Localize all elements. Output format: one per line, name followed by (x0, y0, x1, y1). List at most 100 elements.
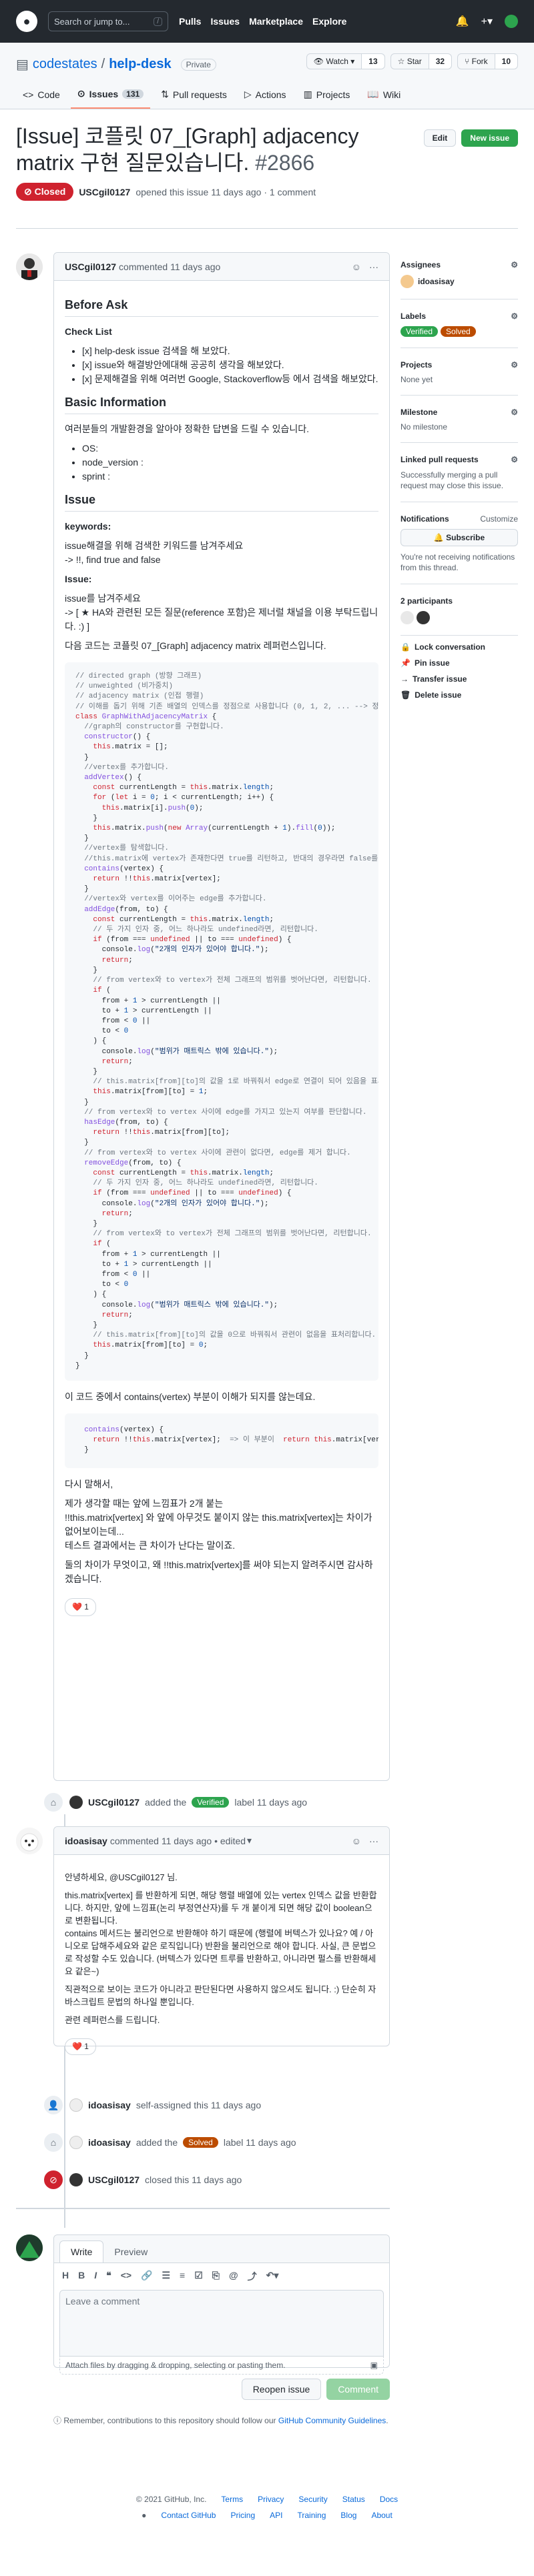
italic-icon[interactable]: I (94, 2270, 97, 2283)
event-actor[interactable]: USCgil0127 (88, 2174, 140, 2185)
label-solved[interactable]: Solved (441, 326, 476, 337)
tab-issues[interactable]: ⊙ Issues 131 (70, 84, 151, 109)
emoji-icon[interactable]: ☺ (352, 1836, 361, 1846)
linked-prs-heading[interactable]: Linked pull requests (400, 455, 479, 464)
fork-button[interactable]: ⑂ Fork 10 (457, 53, 518, 69)
kebab-menu-icon[interactable]: ··· (369, 261, 378, 272)
nav-issues[interactable]: Issues (210, 16, 240, 27)
label-verified[interactable]: Verified (192, 1797, 230, 1808)
unordered-list-icon[interactable]: ☰ (162, 2270, 170, 2283)
footer-link-privacy[interactable]: Privacy (258, 2495, 284, 2504)
edit-button[interactable]: Edit (423, 129, 457, 147)
quote-icon[interactable]: ❝ (106, 2270, 111, 2283)
plus-icon[interactable]: +▾ (481, 15, 493, 28)
github-logo-icon[interactable]: ● (16, 11, 37, 32)
nav-marketplace[interactable]: Marketplace (249, 16, 303, 27)
event-actor[interactable]: USCgil0127 (88, 1797, 140, 1808)
transfer-issue-link[interactable]: → Transfer issue (400, 674, 518, 684)
ordered-list-icon[interactable]: ≡ (180, 2270, 185, 2283)
watch-count[interactable]: 13 (361, 54, 384, 69)
actor-avatar[interactable] (69, 2173, 83, 2186)
reopen-issue-button[interactable]: Reopen issue (241, 2379, 322, 2400)
pin-issue-link[interactable]: 📌 Pin issue (400, 658, 518, 668)
task-list-icon[interactable]: ☑ (194, 2270, 203, 2283)
nav-explore[interactable]: Explore (312, 16, 346, 27)
projects-heading[interactable]: Projects (400, 360, 432, 370)
subscribe-button[interactable]: 🔔 Subscribe (400, 529, 518, 546)
footer-link-security[interactable]: Security (298, 2495, 327, 2504)
fork-count[interactable]: 10 (494, 54, 517, 69)
edited-dropdown[interactable]: • edited (214, 1836, 246, 1846)
comment-author[interactable]: idoasisay (65, 1836, 107, 1846)
issue-author[interactable]: USCgil0127 (79, 187, 130, 197)
comment-button[interactable]: Comment (326, 2379, 390, 2400)
comment-textarea[interactable]: Leave a comment (59, 2290, 384, 2357)
current-user-avatar[interactable] (16, 2234, 43, 2261)
emoji-icon[interactable]: ☺ (352, 261, 361, 272)
label-verified[interactable]: Verified (400, 326, 439, 337)
community-guidelines-link[interactable]: GitHub Community Guidelines (278, 2416, 386, 2425)
gear-icon[interactable]: ⚙ (511, 260, 518, 269)
footer-link-training[interactable]: Training (298, 2511, 326, 2520)
tab-preview[interactable]: Preview (103, 2241, 158, 2263)
comment-author[interactable]: USCgil0127 (65, 261, 116, 272)
event-actor[interactable]: idoasisay (88, 2137, 131, 2148)
tab-write[interactable]: Write (59, 2240, 104, 2263)
gear-icon[interactable]: ⚙ (511, 311, 518, 321)
watch-button[interactable]: 👁 Watch ▾ 13 (306, 53, 385, 69)
heading-icon[interactable]: H (62, 2270, 69, 2283)
mention-icon[interactable]: @ (229, 2270, 238, 2283)
heart-reaction[interactable]: ❤️ 1 (65, 1597, 96, 1616)
repo-name-link[interactable]: help-desk (109, 57, 171, 72)
tab-pull-requests[interactable]: ⇅ Pull requests (154, 84, 234, 109)
comment-time[interactable]: commented 11 days ago (119, 261, 220, 272)
tab-actions[interactable]: ▷ Actions (238, 84, 293, 109)
actor-avatar[interactable] (69, 2098, 83, 2112)
reference-icon[interactable]: ⤴ (248, 2270, 257, 2283)
code-icon[interactable]: <> (121, 2270, 131, 2283)
user-avatar[interactable] (505, 15, 518, 28)
github-logo-icon[interactable]: ● (142, 2511, 146, 2520)
repo-owner-link[interactable]: codestates (33, 57, 97, 72)
tab-projects[interactable]: ▥ Projects (297, 84, 357, 109)
footer-link-contact[interactable]: Contact GitHub (161, 2511, 216, 2520)
bell-icon[interactable]: 🔔 (456, 15, 469, 28)
author-avatar[interactable] (16, 253, 43, 280)
customize-link[interactable]: Customize (480, 514, 518, 524)
footer-link-blog[interactable]: Blog (340, 2511, 356, 2520)
new-issue-button[interactable]: New issue (461, 129, 518, 147)
tab-code[interactable]: <> Code (16, 84, 67, 109)
nav-pulls[interactable]: Pulls (179, 16, 201, 27)
labels-heading[interactable]: Labels (400, 311, 426, 321)
gear-icon[interactable]: ⚙ (511, 408, 518, 417)
tab-wiki[interactable]: 📖 Wiki (360, 84, 407, 109)
footer-link-docs[interactable]: Docs (380, 2495, 398, 2504)
delete-issue-link[interactable]: 🗑 Delete issue (400, 690, 518, 700)
comment-time[interactable]: commented 11 days ago (110, 1836, 212, 1846)
actor-avatar[interactable] (69, 2136, 83, 2149)
participant-avatar[interactable] (417, 611, 430, 624)
star-button[interactable]: ☆ Star 32 (390, 53, 453, 69)
lock-conversation-link[interactable]: 🔒 Lock conversation (400, 642, 518, 652)
bold-icon[interactable]: B (78, 2270, 85, 2283)
milestone-heading[interactable]: Milestone (400, 408, 437, 417)
gear-icon[interactable]: ⚙ (511, 360, 518, 370)
label-solved[interactable]: Solved (183, 2137, 218, 2148)
search-input[interactable]: Search or jump to... / (48, 11, 168, 31)
footer-link-status[interactable]: Status (342, 2495, 365, 2504)
assignees-heading[interactable]: Assignees (400, 260, 441, 269)
footer-link-pricing[interactable]: Pricing (230, 2511, 255, 2520)
kebab-menu-icon[interactable]: ··· (369, 1836, 378, 1846)
assignee-avatar[interactable] (400, 275, 414, 288)
attach-icon[interactable]: ⎘ (212, 2270, 220, 2283)
star-count[interactable]: 32 (428, 54, 452, 69)
footer-link-terms[interactable]: Terms (221, 2495, 243, 2504)
actor-avatar[interactable] (69, 1796, 83, 1809)
undo-icon[interactable]: ↶▾ (266, 2270, 279, 2283)
assignee-name[interactable]: idoasisay (418, 277, 455, 286)
footer-link-api[interactable]: API (270, 2511, 282, 2520)
participant-avatar[interactable] (400, 611, 414, 624)
event-actor[interactable]: idoasisay (88, 2100, 131, 2110)
attach-files-area[interactable]: Attach files by dragging & dropping, sel… (59, 2357, 384, 2375)
link-icon[interactable]: 🔗 (141, 2270, 152, 2283)
